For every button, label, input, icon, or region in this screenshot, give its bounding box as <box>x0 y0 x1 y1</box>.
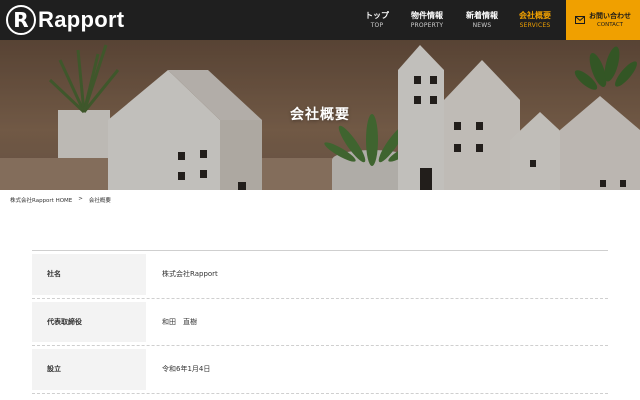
nav-label-jp: 会社概要 <box>519 11 551 20</box>
row-value: 株式会社Rapport <box>162 270 218 279</box>
nav-label-en: TOP <box>370 22 384 29</box>
mail-icon <box>575 16 585 24</box>
row-label: 社名 <box>32 254 146 295</box>
breadcrumb-current: 会社概要 <box>88 198 111 204</box>
nav-item-property[interactable]: 物件情報 PROPERTY <box>398 0 456 40</box>
table-row: 代表取締役 和田 直樹 <box>32 299 608 346</box>
contact-label-en: CONTACT <box>596 22 624 28</box>
nav-label-jp: 新着情報 <box>466 11 498 20</box>
nav-label-en: PROPERTY <box>410 22 444 29</box>
site-header: R Rapport トップ TOP 物件情報 PROPERTY 新着情報 NEW… <box>0 0 640 40</box>
row-label: 設立 <box>32 349 146 390</box>
site-logo[interactable]: R Rapport <box>6 4 124 36</box>
nav-item-news[interactable]: 新着情報 NEWS <box>456 0 508 40</box>
nav-label-jp: 物件情報 <box>411 11 443 20</box>
breadcrumb-home-link[interactable]: 株式会社Rapport HOME <box>10 196 72 204</box>
page-title: 会社概要 <box>290 107 350 123</box>
logo-mark: R <box>6 5 36 35</box>
nav-label-en: NEWS <box>472 22 492 29</box>
hero-banner: 会社概要 <box>0 40 640 190</box>
nav-item-services[interactable]: 会社概要 SERVICES <box>508 0 562 40</box>
table-row: 社名 株式会社Rapport <box>32 251 608 299</box>
logo-text: Rapport <box>38 7 125 32</box>
nav-label-en: SERVICES <box>519 22 551 29</box>
contact-label-jp: お問い合わせ <box>589 12 631 20</box>
breadcrumb-separator: > <box>78 196 83 202</box>
nav-label-jp: トップ <box>365 11 389 20</box>
nav-item-top[interactable]: トップ TOP <box>356 0 398 40</box>
row-label: 代表取締役 <box>32 301 146 342</box>
row-value: 令和6年1月4日 <box>162 365 211 374</box>
company-info-table: 社名 株式会社Rapport 代表取締役 和田 直樹 設立 令和6年1月4日 <box>32 250 608 394</box>
table-row: 設立 令和6年1月4日 <box>32 346 608 394</box>
main-nav: トップ TOP 物件情報 PROPERTY 新着情報 NEWS 会社概要 SER… <box>356 0 562 40</box>
contact-button[interactable]: お問い合わせ CONTACT <box>566 0 640 40</box>
row-value: 和田 直樹 <box>162 317 197 326</box>
breadcrumb: 株式会社Rapport HOME > 会社概要 <box>10 196 111 204</box>
